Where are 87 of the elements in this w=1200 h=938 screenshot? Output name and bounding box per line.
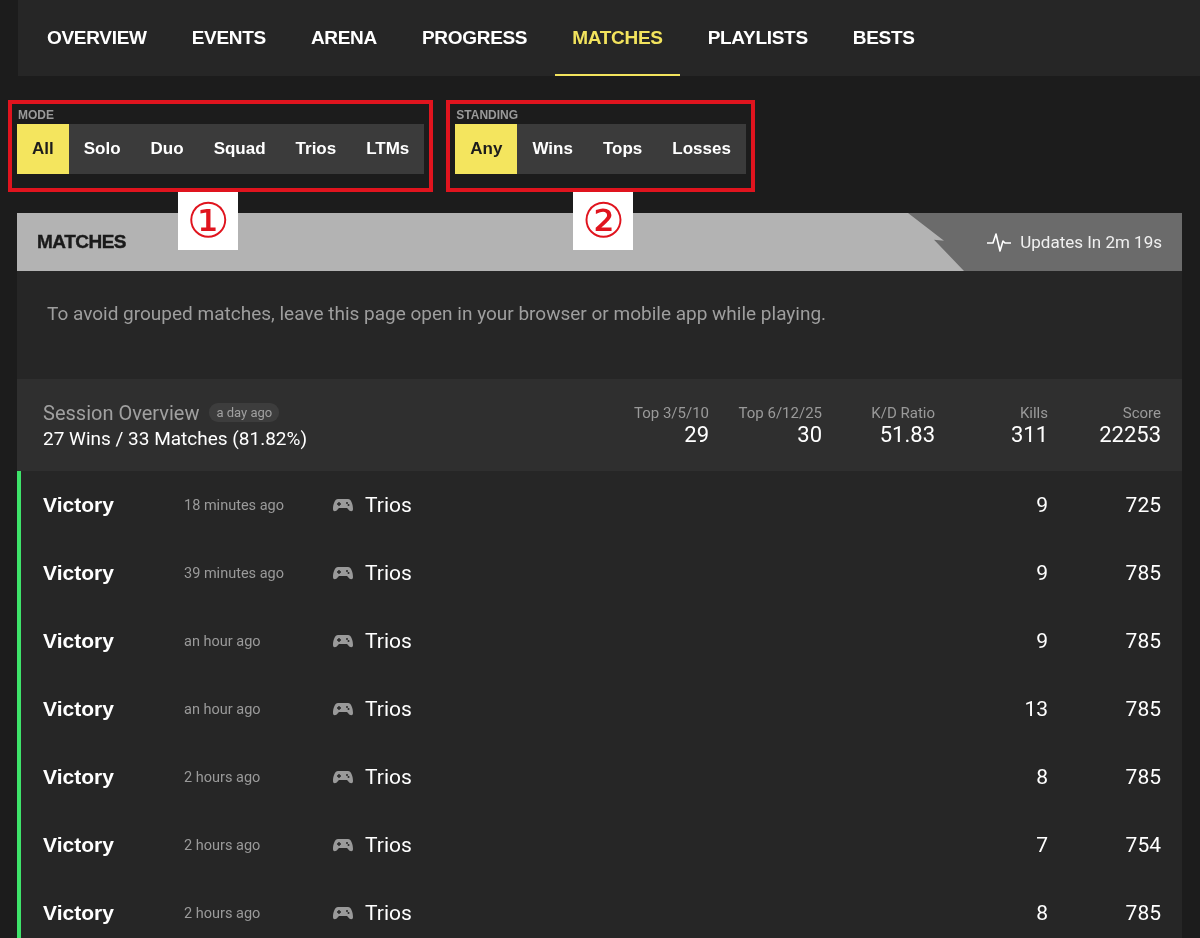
- stat-label: Kills: [1019, 403, 1048, 422]
- filter-option[interactable]: Duo: [135, 124, 199, 174]
- match-row[interactable]: Victory 18 minutes ago Trios 9 725: [17, 471, 1182, 539]
- annotation-number: ①: [178, 192, 238, 250]
- match-mode: Trios: [365, 697, 413, 721]
- match-mode: Trios: [365, 561, 413, 585]
- nav-tab[interactable]: ARENA: [293, 0, 394, 76]
- stat-value: 51.83: [879, 421, 935, 447]
- pulse-icon: [986, 231, 1013, 253]
- match-result: Victory: [42, 833, 115, 857]
- match-kills: 7: [1035, 833, 1048, 857]
- stat-value: 29: [684, 421, 709, 447]
- nav-tab[interactable]: PLAYLISTS: [690, 0, 825, 76]
- match-mode: Trios: [365, 901, 413, 925]
- match-time: 2 hours ago: [184, 904, 262, 922]
- gamepad-icon: [333, 906, 353, 920]
- panel-title: MATCHES: [37, 231, 127, 253]
- filter-label: STANDING: [455, 108, 520, 124]
- match-result: Victory: [42, 629, 115, 653]
- match-row[interactable]: Victory an hour ago Trios 13 785: [17, 675, 1182, 743]
- session-title: Session Overview: [43, 400, 200, 425]
- match-row[interactable]: Victory 2 hours ago Trios 8 785: [17, 743, 1182, 811]
- gamepad-icon: [333, 634, 353, 648]
- match-score: 785: [1124, 697, 1161, 721]
- filter-option[interactable]: LTMs: [351, 124, 425, 174]
- match-kills: 9: [1035, 561, 1048, 585]
- match-time: 2 hours ago: [184, 836, 262, 854]
- match-score: 725: [1124, 493, 1161, 517]
- stat-value: 22253: [1099, 421, 1161, 447]
- match-kills: 9: [1035, 629, 1048, 653]
- match-time: 18 minutes ago: [184, 496, 285, 514]
- filter-option[interactable]: Squad: [198, 124, 281, 174]
- stat-label: Top 6/12/25: [738, 403, 822, 422]
- match-time: 2 hours ago: [184, 768, 262, 786]
- match-kills: 8: [1035, 901, 1048, 925]
- gamepad-icon: [333, 838, 353, 852]
- gamepad-icon: [333, 566, 353, 580]
- filter-option[interactable]: Wins: [517, 124, 588, 174]
- match-result: Victory: [42, 493, 115, 517]
- nav-tab[interactable]: MATCHES: [555, 0, 680, 76]
- stat-value: 30: [797, 421, 822, 447]
- filter-option[interactable]: Trios: [280, 124, 352, 174]
- stat-label: K/D Ratio: [871, 403, 935, 422]
- filter-option[interactable]: Any: [455, 124, 518, 174]
- gamepad-icon: [333, 702, 353, 716]
- nav-tab[interactable]: EVENTS: [174, 0, 283, 76]
- match-result: Victory: [42, 561, 115, 585]
- filter-label: MODE: [17, 108, 55, 124]
- filter-option[interactable]: All: [17, 124, 69, 174]
- match-row[interactable]: Victory 39 minutes ago Trios 9 785: [17, 539, 1182, 607]
- nav-tab[interactable]: PROGRESS: [404, 0, 545, 76]
- nav-tab[interactable]: OVERVIEW: [30, 0, 164, 76]
- match-time: an hour ago: [184, 632, 262, 650]
- update-status: Updates In 2m 19s: [1020, 232, 1162, 252]
- match-result: Victory: [42, 697, 115, 721]
- stat-label: Top 3/5/10: [633, 403, 709, 422]
- match-row[interactable]: Victory 2 hours ago Trios 8 785: [17, 879, 1182, 938]
- match-mode: Trios: [365, 493, 413, 517]
- age-tag: a day ago: [209, 403, 280, 422]
- filter-option[interactable]: Solo: [68, 124, 136, 174]
- match-row[interactable]: Victory 2 hours ago Trios 7 754: [17, 811, 1182, 879]
- match-time: an hour ago: [184, 700, 262, 718]
- match-result: Victory: [42, 901, 115, 925]
- stat-value: 311: [1010, 421, 1048, 447]
- match-time: 39 minutes ago: [184, 564, 285, 582]
- match-score: 785: [1124, 901, 1161, 925]
- match-mode: Trios: [365, 765, 413, 789]
- match-score: 754: [1124, 833, 1161, 857]
- match-result: Victory: [42, 765, 115, 789]
- filter-option[interactable]: Tops: [587, 124, 658, 174]
- match-score: 785: [1124, 629, 1161, 653]
- stat-label: Score: [1122, 403, 1161, 422]
- notice-text: To avoid grouped matches, leave this page open in your browser or mobile app while playing.: [46, 301, 828, 327]
- gamepad-icon: [333, 770, 353, 784]
- annotation-number: ②: [573, 192, 634, 250]
- match-score: 785: [1124, 765, 1161, 789]
- match-score: 785: [1124, 561, 1161, 585]
- match-kills: 9: [1035, 493, 1048, 517]
- match-mode: Trios: [365, 629, 413, 653]
- match-mode: Trios: [365, 833, 413, 857]
- filter-option[interactable]: Losses: [657, 124, 746, 174]
- nav-tab[interactable]: BESTS: [835, 0, 932, 76]
- match-row[interactable]: Victory an hour ago Trios 9 785: [17, 607, 1182, 675]
- session-summary: 27 Wins / 33 Matches (81.82%): [43, 426, 309, 450]
- gamepad-icon: [333, 498, 353, 512]
- match-kills: 8: [1035, 765, 1048, 789]
- match-kills: 13: [1023, 697, 1048, 721]
